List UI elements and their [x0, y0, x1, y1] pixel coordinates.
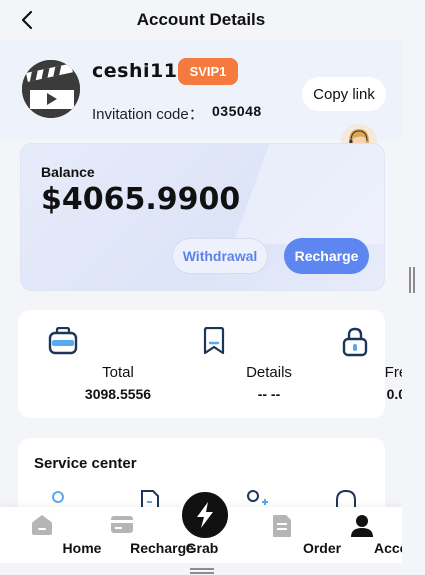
- wallet-icon: [48, 327, 78, 355]
- person-icon: [351, 515, 373, 537]
- withdrawal-button[interactable]: Withdrawal: [172, 238, 268, 274]
- balance-label: Balance: [41, 164, 95, 180]
- back-arrow-icon[interactable]: [18, 8, 38, 32]
- page-title: Account Details: [136, 10, 266, 29]
- stat-total[interactable]: Total 3098.5556: [8, 310, 151, 418]
- profile-section: ceshi11 SVIP1 Invitation code： 035048 Co…: [0, 40, 402, 140]
- scrollbar[interactable]: [402, 0, 425, 575]
- tab-order[interactable]: Order: [242, 507, 341, 563]
- tab-recharge[interactable]: Recharge: [82, 507, 194, 563]
- tab-home[interactable]: Home: [2, 507, 101, 563]
- document-icon: [273, 515, 291, 537]
- stat-freeze[interactable]: Freeze 0.0000: [298, 310, 425, 418]
- copy-link-button[interactable]: Copy link: [302, 77, 386, 111]
- resize-handle[interactable]: [0, 563, 402, 575]
- lightning-icon: [197, 502, 213, 528]
- avatar: [22, 60, 80, 118]
- stats-card: Total 3098.5556 Details -- -- Freeze 0.0…: [18, 310, 425, 418]
- card-icon: [111, 516, 133, 533]
- stat-total-value: 3098.5556: [84, 386, 152, 402]
- tab-account[interactable]: Account: [322, 507, 425, 563]
- invitation-code: 035048: [212, 103, 262, 119]
- grab-button[interactable]: [179, 489, 231, 541]
- bookmark-icon: [203, 327, 225, 355]
- stat-details[interactable]: Details -- --: [159, 310, 292, 418]
- balance-card: Balance $4065.9900 Withdrawal Recharge: [20, 143, 385, 291]
- home-icon: [32, 515, 52, 535]
- vip-badge: SVIP1: [178, 58, 238, 85]
- lock-icon: [342, 327, 368, 357]
- invitation-label: Invitation code：: [92, 106, 204, 123]
- balance-value: $4065.9900: [41, 182, 241, 217]
- header: Account Details: [0, 0, 402, 40]
- clapperboard-icon: [22, 60, 80, 118]
- tab-grab-label: Grab: [185, 540, 219, 556]
- username: ceshi11: [92, 60, 178, 82]
- recharge-button[interactable]: Recharge: [284, 238, 369, 274]
- service-center-title: Service center: [34, 455, 137, 472]
- stat-total-label: Total: [102, 364, 134, 381]
